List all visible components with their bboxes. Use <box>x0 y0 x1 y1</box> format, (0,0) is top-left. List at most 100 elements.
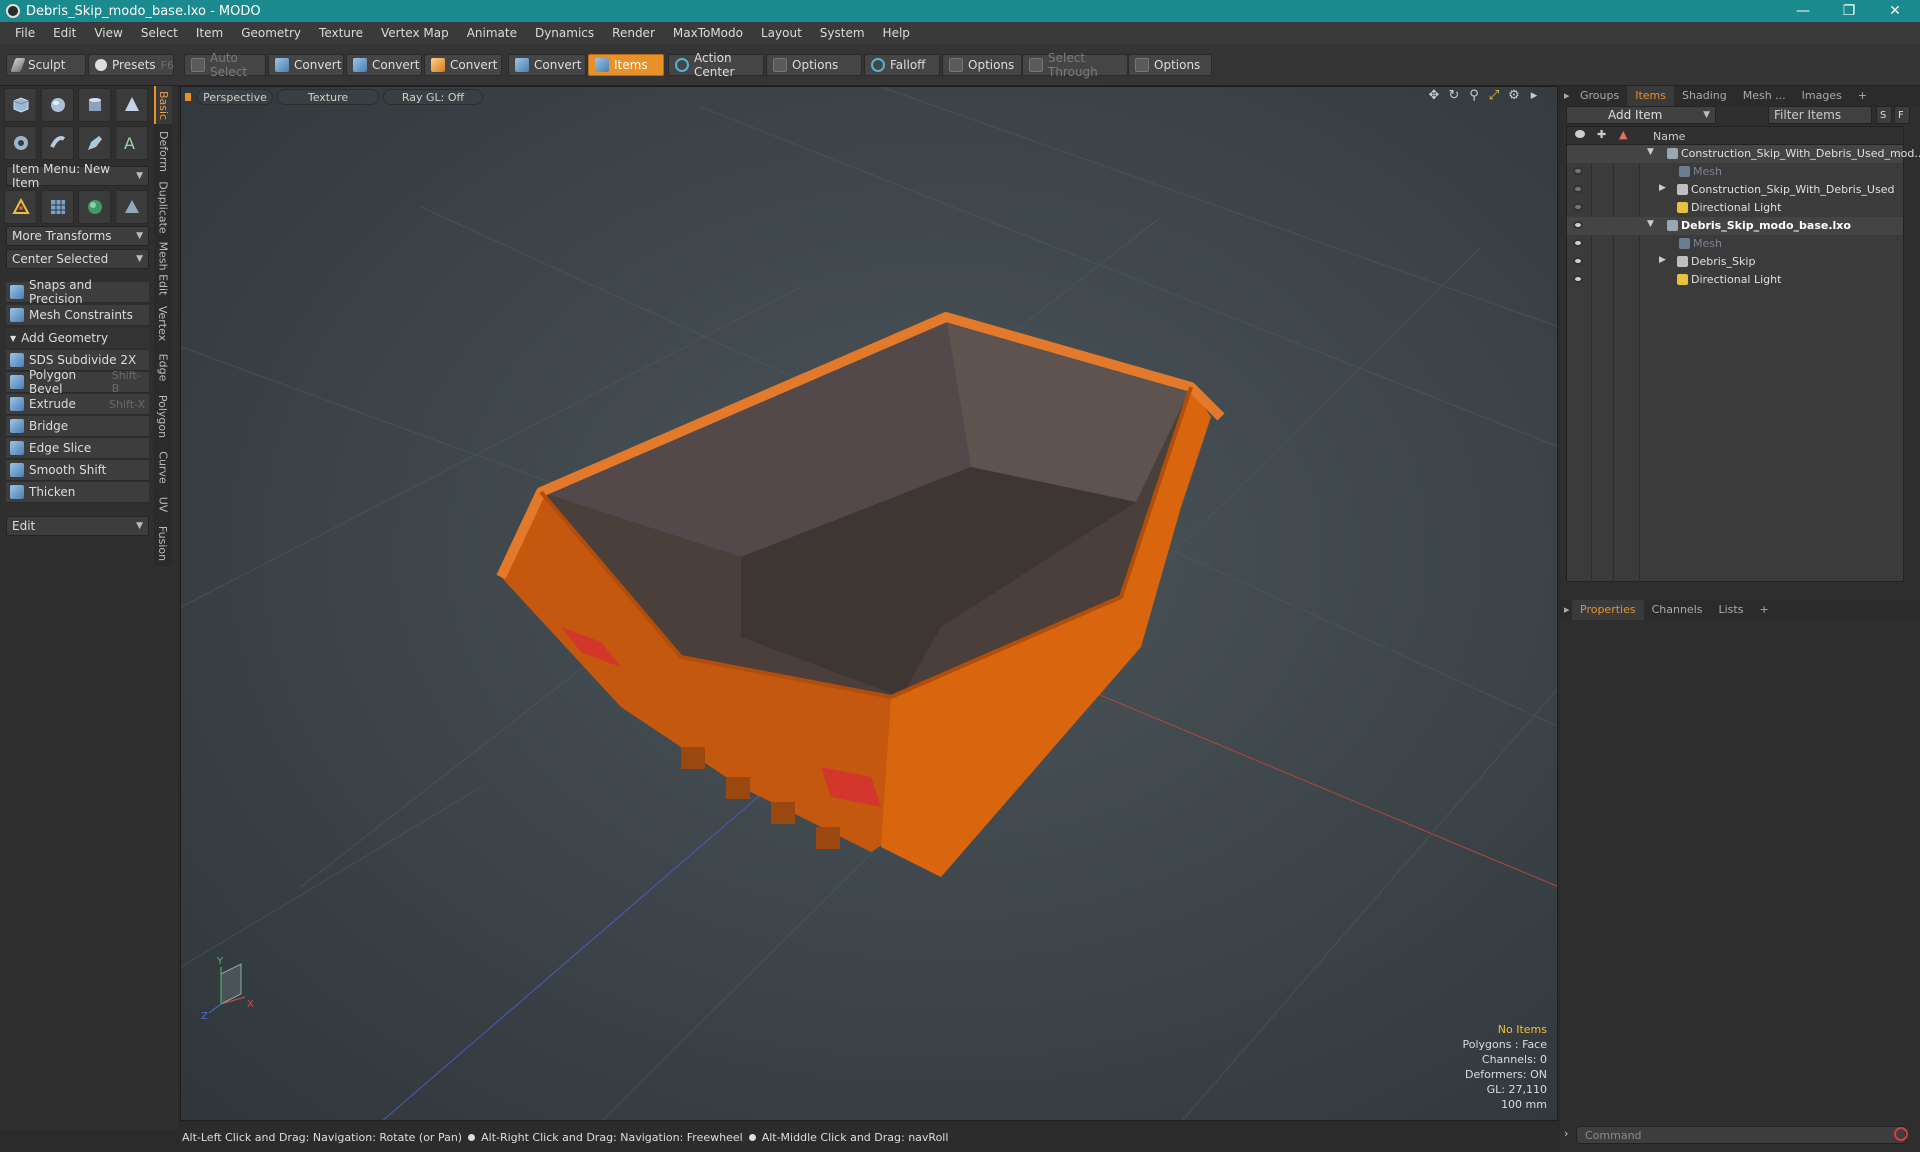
sculpt-button[interactable]: Sculpt <box>6 54 86 76</box>
center-selected-dropdown[interactable]: Center Selected ▼ <box>6 249 149 269</box>
pen-tool-button[interactable] <box>78 126 111 160</box>
menu-maxtomodo[interactable]: MaxToModo <box>664 22 752 44</box>
cone-primitive-button[interactable] <box>115 88 148 122</box>
more-transforms-dropdown[interactable]: More Transforms ▼ <box>6 226 149 246</box>
tree-row[interactable]: ▶ Debris_Skip <box>1567 253 1903 271</box>
collapsed-triangle-icon[interactable]: ▶ <box>1659 255 1666 265</box>
globe-button[interactable] <box>78 190 111 224</box>
tree-row[interactable]: Mesh <box>1567 235 1903 253</box>
action-center-button[interactable]: Action Center <box>668 51 764 79</box>
menu-render[interactable]: Render <box>603 22 664 44</box>
options-button-1[interactable]: Options <box>766 54 862 76</box>
3d-viewport[interactable]: Perspective Texture Ray GL: Off ✥ ↻ ⚲ ⤢ … <box>180 86 1558 1121</box>
tool-polygon-bevel[interactable]: Polygon Bevel Shift-B <box>6 368 149 396</box>
convert-button-3[interactable]: Convert <box>424 54 502 76</box>
cylinder-primitive-button[interactable] <box>78 88 111 122</box>
tab-groups[interactable]: Groups <box>1572 86 1627 106</box>
tab-images[interactable]: Images <box>1794 86 1850 106</box>
restore-button[interactable]: ❐ <box>1826 0 1872 22</box>
tab-duplicate[interactable]: Duplicate <box>154 178 172 236</box>
transform-button[interactable] <box>4 190 37 224</box>
visibility-eye-icon[interactable] <box>1573 203 1583 211</box>
tab-basic[interactable]: Basic <box>154 86 172 124</box>
add-tab-icon[interactable]: + <box>1850 86 1875 106</box>
tab-channels[interactable]: Channels <box>1644 600 1711 620</box>
visibility-eye-icon[interactable] <box>1573 167 1583 175</box>
menu-layout[interactable]: Layout <box>752 22 811 44</box>
tree-row[interactable]: Directional Light <box>1567 199 1903 217</box>
options-button-2[interactable]: Options <box>942 54 1022 76</box>
pyramid-button[interactable] <box>115 190 148 224</box>
debris-skip-model[interactable] <box>496 312 1225 877</box>
tab-deform[interactable]: Deform <box>154 126 172 176</box>
command-input[interactable]: Command <box>1576 1126 1906 1144</box>
tab-items[interactable]: Items <box>1627 86 1675 106</box>
menu-vertex-map[interactable]: Vertex Map <box>372 22 458 44</box>
name-column-header[interactable]: Name <box>1653 130 1685 143</box>
expand-triangle-icon[interactable]: ▼ <box>1647 147 1654 157</box>
tool-bridge[interactable]: Bridge <box>6 416 149 437</box>
presets-button[interactable]: Presets F6 <box>88 54 174 76</box>
tool-smooth-shift[interactable]: Smooth Shift <box>6 460 149 481</box>
falloff-button[interactable]: Falloff <box>864 54 940 76</box>
menu-item[interactable]: Item <box>187 22 232 44</box>
close-button[interactable]: ✕ <box>1872 0 1918 22</box>
convert-button-1[interactable]: Convert <box>268 54 344 76</box>
visibility-eye-icon[interactable] <box>1573 239 1583 247</box>
tab-edge[interactable]: Edge <box>154 348 172 386</box>
grid-button[interactable] <box>41 190 74 224</box>
select-through-button[interactable]: Select Through <box>1022 51 1128 79</box>
command-stop-icon[interactable] <box>1894 1127 1908 1141</box>
tree-row[interactable]: ▼ Construction_Skip_With_Debris_Used_mod… <box>1567 145 1920 163</box>
filter-f-button[interactable]: F <box>1894 106 1910 124</box>
convert-button-4[interactable]: Convert <box>508 54 586 76</box>
tool-edge-slice[interactable]: Edge Slice <box>6 438 149 459</box>
edit-dropdown[interactable]: Edit ▼ <box>6 516 149 536</box>
visibility-eye-icon[interactable] <box>1573 185 1583 193</box>
collapsed-triangle-icon[interactable]: ▶ <box>1659 183 1666 193</box>
tab-mesh[interactable]: Mesh ... <box>1735 86 1794 106</box>
tree-row[interactable]: ▶ Construction_Skip_With_Debris_Used <box>1567 181 1903 199</box>
menu-file[interactable]: File <box>6 22 44 44</box>
add-tab-icon[interactable]: + <box>1751 600 1776 620</box>
tab-polygon[interactable]: Polygon <box>154 388 172 444</box>
menu-edit[interactable]: Edit <box>44 22 85 44</box>
add-geometry-section[interactable]: ▼ Add Geometry <box>6 328 149 348</box>
tree-row[interactable]: ▼ Debris_Skip_modo_base.lxo <box>1567 217 1903 235</box>
visibility-eye-icon[interactable] <box>1573 221 1583 229</box>
menu-view[interactable]: View <box>85 22 131 44</box>
expand-triangle-icon[interactable]: ▼ <box>1647 219 1654 229</box>
text-tool-button[interactable]: A <box>115 126 148 160</box>
menu-geometry[interactable]: Geometry <box>232 22 310 44</box>
cube-primitive-button[interactable] <box>4 88 37 122</box>
menu-dynamics[interactable]: Dynamics <box>526 22 603 44</box>
tree-row[interactable]: Directional Light <box>1567 271 1903 289</box>
tool-extrude[interactable]: Extrude Shift-X <box>6 394 149 415</box>
menu-help[interactable]: Help <box>874 22 919 44</box>
torus-primitive-button[interactable] <box>4 126 37 160</box>
mesh-constraints-button[interactable]: Mesh Constraints <box>6 305 149 326</box>
tab-properties[interactable]: Properties <box>1572 600 1644 620</box>
tree-row[interactable]: Mesh <box>1567 163 1903 181</box>
filter-s-button[interactable]: S <box>1876 106 1892 124</box>
menu-animate[interactable]: Animate <box>458 22 526 44</box>
tab-lists[interactable]: Lists <box>1711 600 1752 620</box>
sphere-primitive-button[interactable] <box>41 88 74 122</box>
convert-button-2[interactable]: Convert <box>346 54 422 76</box>
panel-menu-icon[interactable]: ▸ <box>1560 600 1572 620</box>
menu-select[interactable]: Select <box>132 22 187 44</box>
menu-texture[interactable]: Texture <box>310 22 372 44</box>
tool-thicken[interactable]: Thicken <box>6 482 149 503</box>
panel-menu-icon[interactable]: ▸ <box>1560 86 1572 106</box>
snaps-precision-button[interactable]: Snaps and Precision <box>6 278 149 306</box>
tab-uv[interactable]: UV <box>154 490 172 518</box>
capsule-primitive-button[interactable] <box>41 126 74 160</box>
item-menu-dropdown[interactable]: Item Menu: New Item ▼ <box>6 162 149 190</box>
filter-items-input[interactable]: Filter Items <box>1768 106 1872 124</box>
options-button-3[interactable]: Options <box>1128 54 1212 76</box>
add-item-dropdown[interactable]: Add Item ▼ <box>1566 106 1716 124</box>
menu-system[interactable]: System <box>811 22 874 44</box>
tab-vertex[interactable]: Vertex <box>154 300 172 346</box>
visibility-eye-icon[interactable] <box>1573 257 1583 265</box>
items-mode-button[interactable]: Items <box>588 54 664 76</box>
